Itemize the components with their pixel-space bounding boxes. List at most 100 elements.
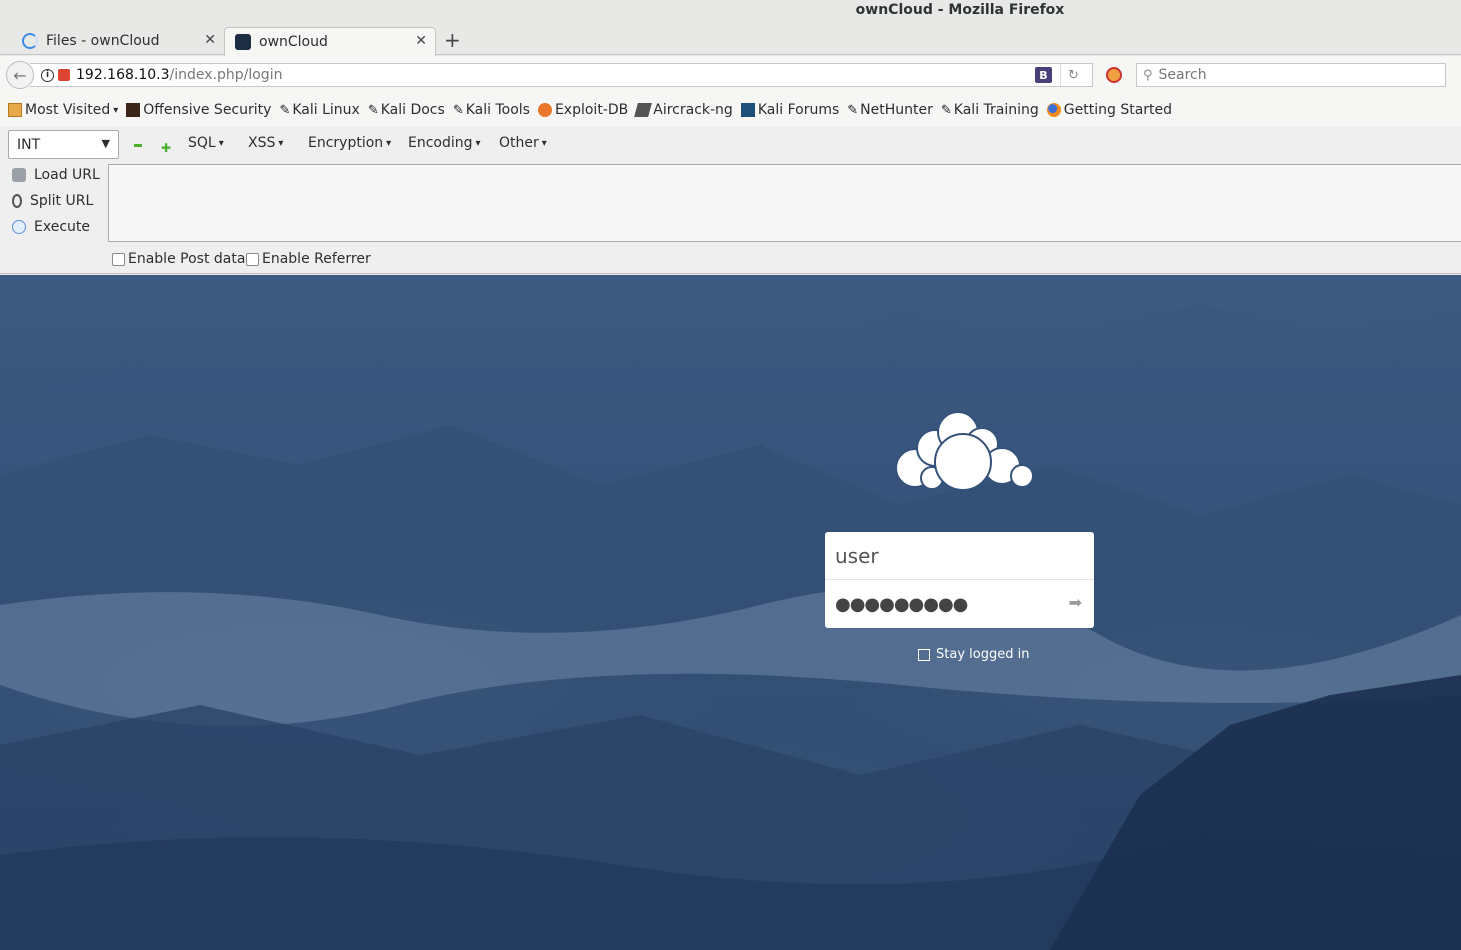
chevron-down-icon: ▾ [278,137,284,149]
bookmark-kali-tools[interactable]: ✎ Kali Tools [453,102,530,118]
bookmark-kali-forums[interactable]: Kali Forums [740,102,840,118]
bookmark-kali-docs[interactable]: ✎ Kali Docs [368,102,445,118]
owncloud-login-page: user ●●●●●●●●● ➡ Stay logged in [0,275,1461,950]
url-bar[interactable]: i 192.168.10.3/index.php/login B ↻ [30,63,1093,87]
split-url-button[interactable]: Split URL [12,193,93,209]
menu-label: Encryption [308,135,384,151]
scissors-icon [12,194,22,208]
password-value: ●●●●●●●●● [835,593,968,615]
button-label: Execute [34,219,90,235]
stay-logged-in-checkbox[interactable]: Stay logged in [918,647,1029,662]
hackbar-panel: INT ▼ ✚ SQL ▾ XSS ▾ Encryption ▾ Encoding ▾ … [0,127,1461,274]
checkbox[interactable] [918,648,930,661]
back-arrow-icon[interactable]: ← [6,61,34,89]
reload-icon[interactable]: ↻ [1060,64,1086,86]
decrement-icon[interactable] [134,144,142,147]
bookmark-kali-linux[interactable]: ✎ Kali Linux [279,102,359,118]
chevron-down-icon: ▾ [386,137,392,149]
hackbar-type-select[interactable]: INT ▼ [8,130,119,159]
menu-xss[interactable]: XSS ▾ [248,135,283,151]
close-tab-icon[interactable]: ✕ [415,33,427,49]
chevron-down-icon: ▾ [475,137,481,149]
checkbox-label: Stay logged in [936,647,1030,662]
bookmark-label: Aircrack-ng [653,102,733,118]
checkbox-label: Enable Referrer [262,251,371,267]
load-url-button[interactable]: Load URL [12,167,100,183]
bookmark-label: Kali Linux [292,102,360,118]
menu-label: Encoding [408,135,473,151]
tab-label: ownCloud [259,34,328,50]
bookmark-offensive-security[interactable]: Offensive Security [126,102,271,118]
owncloud-favicon-icon [235,34,251,50]
window-title: ownCloud - Mozilla Firefox [855,2,1065,18]
bookmark-getting-started[interactable]: Getting Started [1046,102,1173,118]
bookmark-label: Exploit-DB [554,102,629,118]
kali-dragon-icon: ✎ [847,102,859,118]
increment-icon[interactable]: ✚ [161,141,171,155]
select-value: INT [17,136,41,153]
chevron-down-icon: ▾ [113,104,119,116]
kali-dragon-icon: ✎ [367,102,379,118]
bookmark-exploit-db[interactable]: Exploit-DB [537,102,629,118]
menu-encoding[interactable]: Encoding ▾ [408,135,481,151]
site-info-icon[interactable]: i [41,68,54,82]
bookmark-kali-training[interactable]: ✎ Kali Training [941,102,1039,118]
menu-label: Other [499,135,539,151]
tab-owncloud[interactable]: ownCloud ✕ [224,27,436,56]
submit-arrow-icon[interactable]: ➡ [1069,593,1082,612]
bookmark-label: Offensive Security [143,102,272,118]
kali-forums-icon [740,103,755,117]
username-field[interactable]: user [825,532,1094,580]
bookmark-label: Kali Docs [380,102,445,118]
bookmark-label: Kali Forums [757,102,840,118]
url-host: 192.168.10.3 [76,67,170,83]
checkbox-label: Enable Post data [128,251,246,267]
chevron-down-icon: ▾ [541,137,547,149]
button-label: Split URL [30,193,94,209]
offsec-icon [126,103,141,117]
menu-sql[interactable]: SQL ▾ [188,135,224,151]
search-placeholder: Search [1158,67,1207,83]
window-titlebar: ownCloud - Mozilla Firefox [0,0,1461,24]
owncloud-logo-icon [895,411,1034,490]
bookmark-label: Getting Started [1063,102,1173,118]
username-value: user [835,543,879,568]
bookmark-b-icon[interactable]: B [1035,67,1052,83]
chevron-down-icon: ▾ [218,137,224,149]
hackbar-url-textarea[interactable] [108,164,1461,242]
url-path: /index.php/login [169,67,283,83]
tab-label: Files - ownCloud [46,33,160,49]
bookmark-label: Kali Tools [465,102,530,118]
menu-label: SQL [188,135,216,151]
navigation-bar: i 192.168.10.3/index.php/login B ↻ ← ⚲ S… [0,56,1461,93]
menu-encryption[interactable]: Encryption ▾ [308,135,391,151]
checkbox[interactable] [112,252,125,266]
button-label: Load URL [34,167,100,183]
execute-button[interactable]: Execute [12,219,90,235]
kali-dragon-icon: ✎ [940,102,952,118]
tab-strip: Files - ownCloud ✕ ownCloud ✕ [0,24,1461,56]
bookmark-most-visited[interactable]: Most Visited ▾ [8,102,118,118]
password-field[interactable]: ●●●●●●●●● ➡ [825,580,1094,628]
bookmarks-toolbar: Most Visited ▾ Offensive Security ✎ Kali… [0,93,1461,127]
enable-referrer-checkbox[interactable]: Enable Referrer [246,251,371,267]
tab-files-owncloud[interactable]: Files - ownCloud ✕ [12,27,224,55]
bookmark-aircrack-ng[interactable]: Aircrack-ng [634,102,733,118]
bookmark-nethunter[interactable]: ✎ NetHunter [847,102,933,118]
search-icon: ⚲ [1143,67,1153,83]
folder-icon [8,103,22,117]
insecure-connection-icon[interactable] [58,69,70,81]
aircrack-icon [634,103,653,117]
exploit-db-icon [537,103,552,117]
noscript-block-icon[interactable] [1106,67,1122,83]
checkbox[interactable] [246,252,259,266]
chevron-down-icon: ▼ [101,137,110,150]
bookmark-label: NetHunter [860,102,933,118]
new-tab-plus-icon[interactable]: + [444,28,461,52]
close-tab-icon[interactable]: ✕ [204,32,216,48]
kali-dragon-icon: ✎ [279,102,291,118]
enable-post-checkbox[interactable]: Enable Post data [112,251,245,267]
menu-label: XSS [248,135,276,151]
menu-other[interactable]: Other ▾ [499,135,547,151]
search-input[interactable]: ⚲ Search [1136,63,1446,87]
